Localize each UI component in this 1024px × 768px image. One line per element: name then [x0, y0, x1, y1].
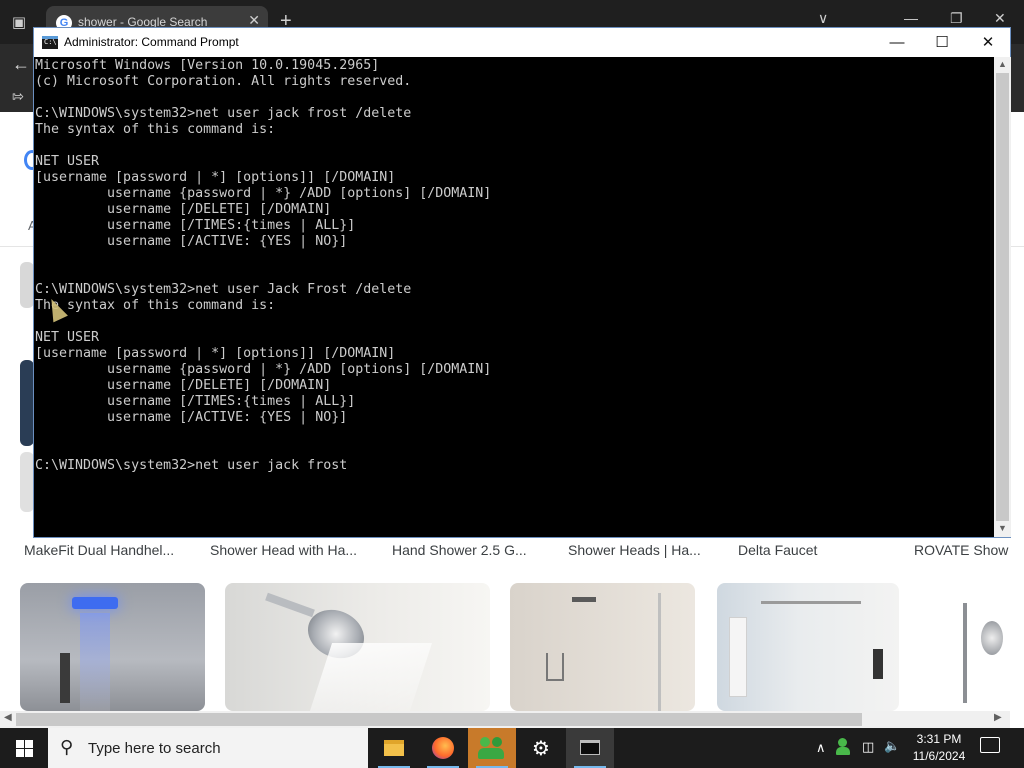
cmd-title-bar[interactable]: C:\ Administrator: Command Prompt — ☐ ✕	[34, 28, 1010, 57]
console-line: username [/DELETE] [/DOMAIN]	[35, 202, 332, 217]
shower-arm	[265, 592, 315, 618]
chevron-down-icon[interactable]: ∨	[818, 10, 828, 27]
horizontal-scrollbar[interactable]: ◀ ▶	[0, 711, 1010, 728]
console-line: username [/DELETE] [/DOMAIN]	[35, 378, 332, 393]
shower-image-result[interactable]	[20, 583, 205, 711]
cmd-console[interactable]: Microsoft Windows [Version 10.0.19045.29…	[34, 57, 994, 537]
cmd-window-title: Administrator: Command Prompt	[64, 35, 239, 49]
water-spray	[309, 643, 433, 711]
notification-icon[interactable]	[980, 737, 1000, 753]
chevron-up-icon[interactable]: ∧	[816, 740, 826, 768]
cmd-window-icon: C:\	[42, 36, 58, 49]
sign-in-icon[interactable]: ⇰	[12, 88, 24, 105]
towel	[729, 617, 747, 697]
command-prompt-window[interactable]: C:\ Administrator: Command Prompt — ☐ ✕ …	[33, 27, 1011, 538]
shower-column	[963, 603, 967, 703]
console-line: [username [password | *] [options]] [/DO…	[35, 346, 396, 361]
windows-start-icon[interactable]	[0, 728, 48, 768]
vertical-scrollbar[interactable]: ▲ ▼	[994, 57, 1011, 537]
result-thumbnail[interactable]	[20, 262, 34, 308]
result-thumbnail[interactable]	[20, 360, 34, 446]
console-line: username [/TIMES:{times | ALL}]	[35, 218, 356, 233]
console-line: Microsoft Windows [Version 10.0.19045.29…	[35, 58, 380, 73]
rain-head	[572, 597, 596, 602]
console-line: The syntax of this command is:	[35, 122, 276, 137]
console-line: username [/ACTIVE: {YES | NO}]	[35, 410, 348, 425]
close-button[interactable]: ✕	[965, 28, 1011, 57]
console-output: Microsoft Windows [Version 10.0.19045.29…	[35, 58, 491, 474]
image-caption[interactable]: Shower Head with Ha...	[210, 542, 357, 558]
firefox-icon[interactable]	[419, 728, 467, 768]
console-line: NET USER	[35, 330, 100, 345]
back-arrow-icon[interactable]: ←	[12, 54, 30, 75]
scroll-down-icon[interactable]: ▼	[998, 523, 1007, 533]
console-line: NET USER	[35, 154, 100, 169]
console-line: username {password | *} /ADD [options] […	[35, 362, 492, 377]
shelf-niche	[546, 653, 564, 681]
shower-image-result[interactable]	[225, 583, 490, 711]
taskbar: ⚲ Type here to search ⚙ ∧ ◫ 🔈 3:31 PM 11…	[0, 728, 1024, 768]
minimize-button[interactable]: —	[874, 28, 920, 57]
horizontal-scroll-thumb[interactable]	[16, 713, 862, 726]
search-placeholder: Type here to search	[88, 740, 221, 757]
console-line: C:\WINDOWS\system32>net user jack frost	[35, 458, 348, 473]
file-explorer-icon[interactable]	[370, 728, 418, 768]
console-line: [username [password | *] [options]] [/DO…	[35, 170, 396, 185]
image-caption[interactable]: MakeFit Dual Handhel...	[24, 542, 174, 558]
minimize-icon[interactable]: —	[904, 10, 918, 26]
scroll-right-icon[interactable]: ▶	[994, 712, 1002, 723]
image-caption[interactable]: ROVATE Show	[914, 542, 1008, 558]
led-shower-panel	[72, 597, 118, 609]
console-line: username {password | *} /ADD [options] […	[35, 186, 492, 201]
settings-icon[interactable]: ⚙	[517, 728, 565, 768]
scroll-left-icon[interactable]: ◀	[4, 712, 12, 723]
faucet	[873, 649, 883, 679]
people-icon[interactable]	[468, 728, 516, 768]
water-stream	[80, 613, 110, 711]
image-caption[interactable]: Hand Shower 2.5 G...	[392, 542, 527, 558]
network-icon[interactable]: ◫	[862, 739, 874, 768]
image-caption[interactable]: Shower Heads | Ha...	[568, 542, 701, 558]
shower-image-result[interactable]	[717, 583, 899, 711]
shower-panel-bar	[60, 653, 70, 703]
result-thumbnail[interactable]	[20, 452, 34, 512]
console-line: username [/TIMES:{times | ALL}]	[35, 394, 356, 409]
clock-date: 11/6/2024	[912, 749, 966, 763]
vertical-scroll-thumb[interactable]	[996, 73, 1009, 521]
console-line: username [/ACTIVE: {YES | NO}]	[35, 234, 348, 249]
console-line: C:\WINDOWS\system32>net user Jack Frost …	[35, 282, 412, 297]
hand-shower-image	[981, 621, 1003, 655]
search-icon: ⚲	[60, 737, 74, 757]
close-window-icon[interactable]: ✕	[994, 10, 1006, 27]
console-line: C:\WINDOWS\system32>net user jack frost …	[35, 106, 412, 121]
console-line: The syntax of this command is:	[35, 298, 276, 313]
taskbar-search-box[interactable]: ⚲ Type here to search	[48, 728, 368, 768]
taskbar-clock[interactable]: 3:31 PM 11/6/2024	[905, 731, 973, 765]
image-caption[interactable]: Delta Faucet	[738, 542, 817, 558]
command-prompt-icon[interactable]	[566, 728, 614, 768]
scroll-up-icon[interactable]: ▲	[998, 59, 1007, 69]
glass-edge	[658, 593, 661, 711]
maximize-button[interactable]: ☐	[919, 28, 965, 57]
door-rail	[761, 601, 861, 604]
tab-search-icon[interactable]: ▣	[6, 10, 32, 36]
volume-icon[interactable]: 🔈	[884, 738, 900, 768]
shower-image-result[interactable]	[919, 583, 1010, 711]
clock-time: 3:31 PM	[916, 732, 962, 746]
image-caption-row: MakeFit Dual Handhel... Shower Head with…	[0, 540, 1010, 562]
console-line: (c) Microsoft Corporation. All rights re…	[35, 74, 412, 89]
shower-image-result[interactable]	[510, 583, 695, 711]
desktop: ▣ G shower - Google Search ✕ + ∨ — ❐ ✕ ←…	[0, 0, 1024, 768]
restore-icon[interactable]: ❐	[950, 10, 963, 27]
